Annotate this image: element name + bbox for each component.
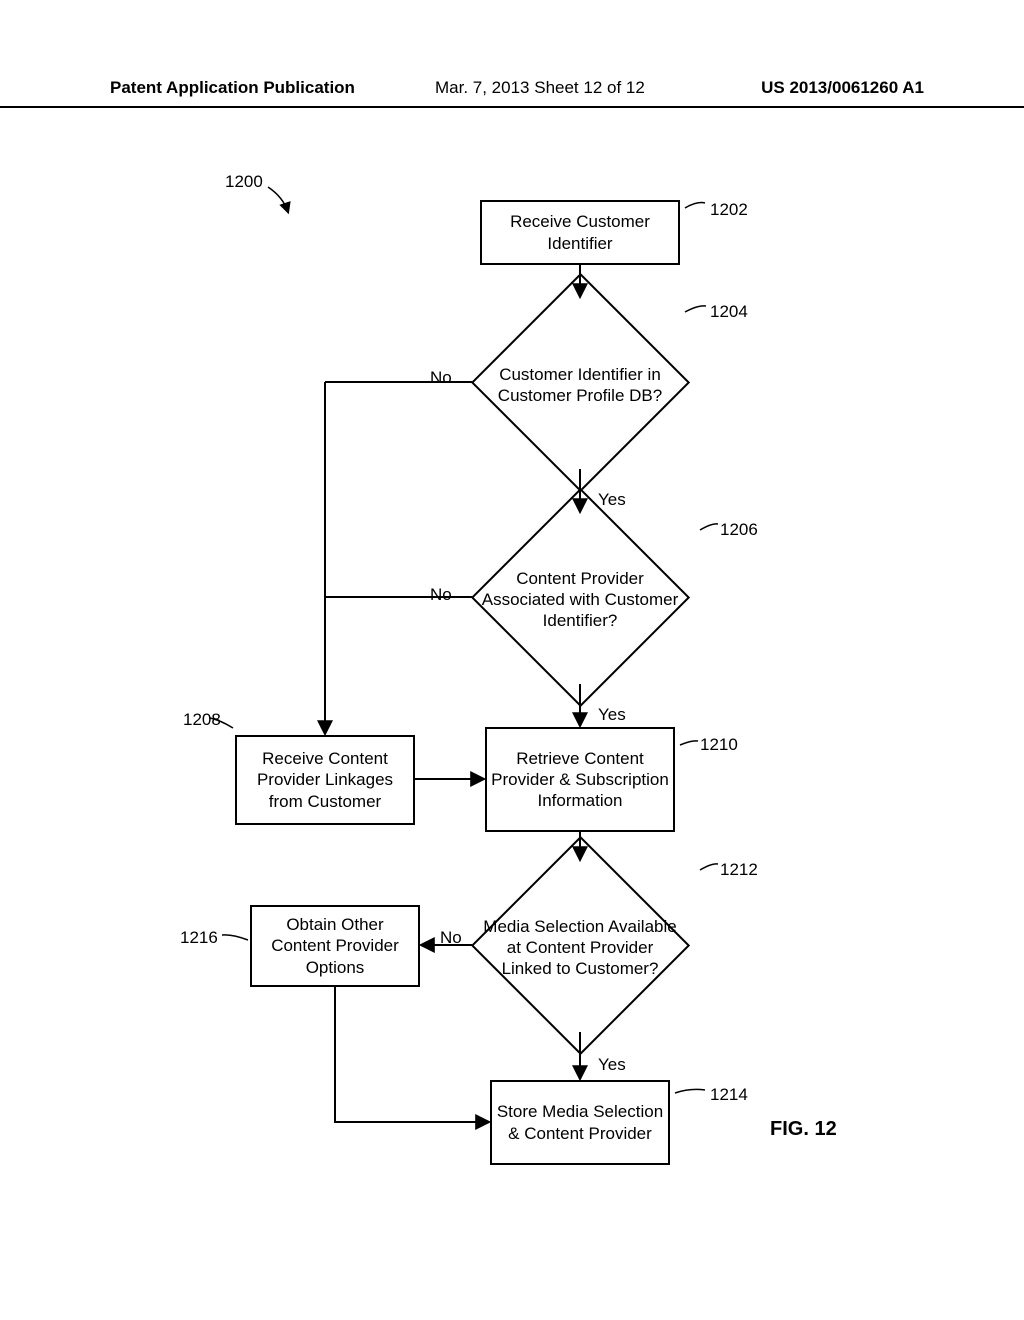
ref-1212: 1212 bbox=[720, 860, 758, 880]
ref-1204: 1204 bbox=[710, 302, 748, 322]
diagram-canvas: 1200 Receive Customer Identifier 1202 Cu… bbox=[0, 0, 1024, 1320]
no-1206: No bbox=[430, 585, 452, 605]
yes-1204: Yes bbox=[598, 490, 626, 510]
text-1216: Obtain Other Content Provider Options bbox=[256, 914, 414, 978]
no-1204: No bbox=[430, 368, 452, 388]
process-retrieve-content-provider-info: Retrieve Content Provider & Subscription… bbox=[485, 727, 675, 832]
ref-1206: 1206 bbox=[720, 520, 758, 540]
text-1202: Receive Customer Identifier bbox=[486, 211, 674, 254]
process-obtain-other-options: Obtain Other Content Provider Options bbox=[250, 905, 420, 987]
ref-1200: 1200 bbox=[225, 172, 263, 192]
no-1212: No bbox=[440, 928, 462, 948]
text-1208: Receive Content Provider Linkages from C… bbox=[241, 748, 409, 812]
text-1212: Media Selection Available at Content Pro… bbox=[480, 895, 680, 1000]
ref-1202: 1202 bbox=[710, 200, 748, 220]
text-1206: Content Provider Associated with Custome… bbox=[480, 552, 680, 647]
text-1204: Customer Identifier in Customer Profile … bbox=[480, 340, 680, 430]
ref-1210: 1210 bbox=[700, 735, 738, 755]
yes-1212: Yes bbox=[598, 1055, 626, 1075]
text-1210: Retrieve Content Provider & Subscription… bbox=[491, 748, 669, 812]
ref-1216: 1216 bbox=[180, 928, 218, 948]
figure-label: FIG. 12 bbox=[770, 1118, 837, 1141]
page-root: Patent Application Publication Mar. 7, 2… bbox=[0, 0, 1024, 1320]
ref-1208: 1208 bbox=[183, 710, 221, 730]
process-receive-customer-identifier: Receive Customer Identifier bbox=[480, 200, 680, 265]
process-receive-linkages: Receive Content Provider Linkages from C… bbox=[235, 735, 415, 825]
text-1214: Store Media Selection & Content Provider bbox=[496, 1101, 664, 1144]
process-store-media-selection: Store Media Selection & Content Provider bbox=[490, 1080, 670, 1165]
ref-1214: 1214 bbox=[710, 1085, 748, 1105]
yes-1206: Yes bbox=[598, 705, 626, 725]
